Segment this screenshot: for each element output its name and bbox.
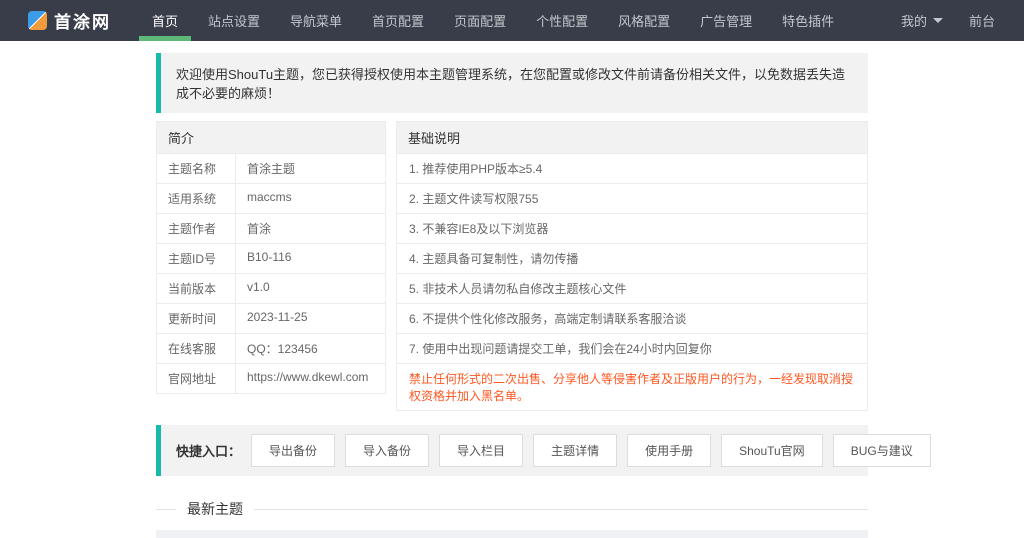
nav-item-personal-config[interactable]: 个性配置	[521, 0, 603, 41]
table-row: 官网地址 https://www.dkewl.com	[157, 364, 385, 393]
table-row: 更新时间 2023-11-25	[157, 304, 385, 334]
table-row: 主题ID号 B10-116	[157, 244, 385, 274]
navbar-right: 我的 前台	[888, 0, 1024, 41]
import-backup-button[interactable]: 导入备份	[345, 434, 430, 467]
nav-item-site-settings[interactable]: 站点设置	[193, 0, 275, 41]
table-row: 主题作者 首涂	[157, 214, 385, 244]
row-value: 首涂	[247, 222, 272, 236]
export-backup-button[interactable]: 导出备份	[251, 434, 336, 467]
main-content: 欢迎使用ShouTu主题，您已获得授权使用本主题管理系统，在您配置或修改文件前请…	[156, 53, 931, 538]
basics-item: 1. 推荐使用PHP版本≥5.4	[397, 154, 867, 184]
table-row: 主题名称 首涂主题	[157, 154, 385, 184]
basics-item: 2. 主题文件读写权限755	[397, 184, 867, 214]
quick-entry-bar: 快捷入口： 导出备份 导入备份 导入栏目 主题详情 使用手册 ShouTu官网 …	[156, 425, 931, 476]
table-row: 适用系统 maccms	[157, 184, 385, 214]
row-value: 首涂主题	[247, 162, 296, 176]
nav-item-nav-menu[interactable]: 导航菜单	[275, 0, 357, 41]
basics-panel-title: 基础说明	[397, 122, 867, 154]
row-value: QQ：123456	[247, 342, 318, 356]
row-value: 2023-11-25	[247, 310, 308, 324]
row-label: 主题ID号	[157, 244, 236, 273]
basics-item: 4. 主题具备可复制性，请勿传播	[397, 244, 867, 274]
row-label: 官网地址	[157, 364, 236, 393]
basics-item: 6. 不提供个性化修改服务，高端定制请联系客服洽谈	[397, 304, 867, 334]
import-columns-button[interactable]: 导入栏目	[439, 434, 524, 467]
user-manual-button[interactable]: 使用手册	[627, 434, 712, 467]
basics-panel: 基础说明 1. 推荐使用PHP版本≥5.4 2. 主题文件读写权限755 3. …	[396, 121, 868, 411]
website-url[interactable]: https://www.dkewl.com	[236, 364, 385, 393]
theme-details-button[interactable]: 主题详情	[533, 434, 618, 467]
nav-item-style-config[interactable]: 风格配置	[603, 0, 685, 41]
license-warning: 禁止任何形式的二次出售、分享他人等侵害作者及正版用户的行为，一经发现取消授权资格…	[409, 372, 854, 403]
row-value: v1.0	[247, 280, 270, 294]
table-row: 在线客服 QQ：123456	[157, 334, 385, 364]
nav-item-home-config[interactable]: 首页配置	[357, 0, 439, 41]
row-value: maccms	[247, 190, 292, 204]
row-value: B10-116	[247, 250, 292, 264]
intro-panel: 简介 主题名称 首涂主题 适用系统 maccms 主题作者 首涂 主题ID号 B…	[156, 121, 386, 394]
row-label: 在线客服	[157, 334, 236, 363]
welcome-notice: 欢迎使用ShouTu主题，您已获得授权使用本主题管理系统，在您配置或修改文件前请…	[156, 53, 868, 113]
main-menu: 首页 站点设置 导航菜单 首页配置 页面配置 个性配置 风格配置 广告管理 特色…	[137, 0, 849, 41]
chevron-down-icon	[932, 18, 943, 23]
my-dropdown[interactable]: 我的	[888, 11, 956, 30]
quick-entry-label: 快捷入口：	[176, 444, 242, 459]
nav-item-featured-plugins[interactable]: 特色插件	[767, 0, 849, 41]
brand[interactable]: 首涂网	[0, 0, 133, 41]
basics-item: 5. 非技术人员请勿私自修改主题核心文件	[397, 274, 867, 304]
nav-item-page-config[interactable]: 页面配置	[439, 0, 521, 41]
row-label: 适用系统	[157, 184, 236, 213]
shoutu-official-button[interactable]: ShouTu官网	[721, 434, 823, 467]
shoutu-logo-icon	[28, 11, 47, 30]
bug-suggestion-button[interactable]: BUG与建议	[832, 434, 931, 467]
basics-item: 7. 使用中出现问题请提交工单，我们会在24小时内回复你	[397, 334, 867, 364]
table-row: 当前版本 v1.0	[157, 274, 385, 304]
my-dropdown-label: 我的	[900, 14, 927, 29]
frontend-link[interactable]: 前台	[956, 11, 1008, 30]
row-label: 主题作者	[157, 214, 236, 243]
row-label: 更新时间	[157, 304, 236, 333]
row-label: 当前版本	[157, 274, 236, 303]
latest-themes-panel	[156, 530, 868, 538]
latest-themes-title: 最新主题	[187, 501, 243, 517]
row-label: 主题名称	[157, 154, 236, 183]
latest-themes-divider: 最新主题	[156, 499, 868, 519]
nav-item-ad-management[interactable]: 广告管理	[685, 0, 767, 41]
nav-item-home[interactable]: 首页	[137, 0, 193, 41]
intro-panel-title: 简介	[157, 122, 385, 154]
brand-name: 首涂网	[54, 13, 111, 32]
basics-item: 3. 不兼容IE8及以下浏览器	[397, 214, 867, 244]
info-panels: 简介 主题名称 首涂主题 适用系统 maccms 主题作者 首涂 主题ID号 B…	[156, 121, 868, 411]
top-navbar: 首涂网 首页 站点设置 导航菜单 首页配置 页面配置 个性配置 风格配置 广告管…	[0, 0, 1024, 41]
